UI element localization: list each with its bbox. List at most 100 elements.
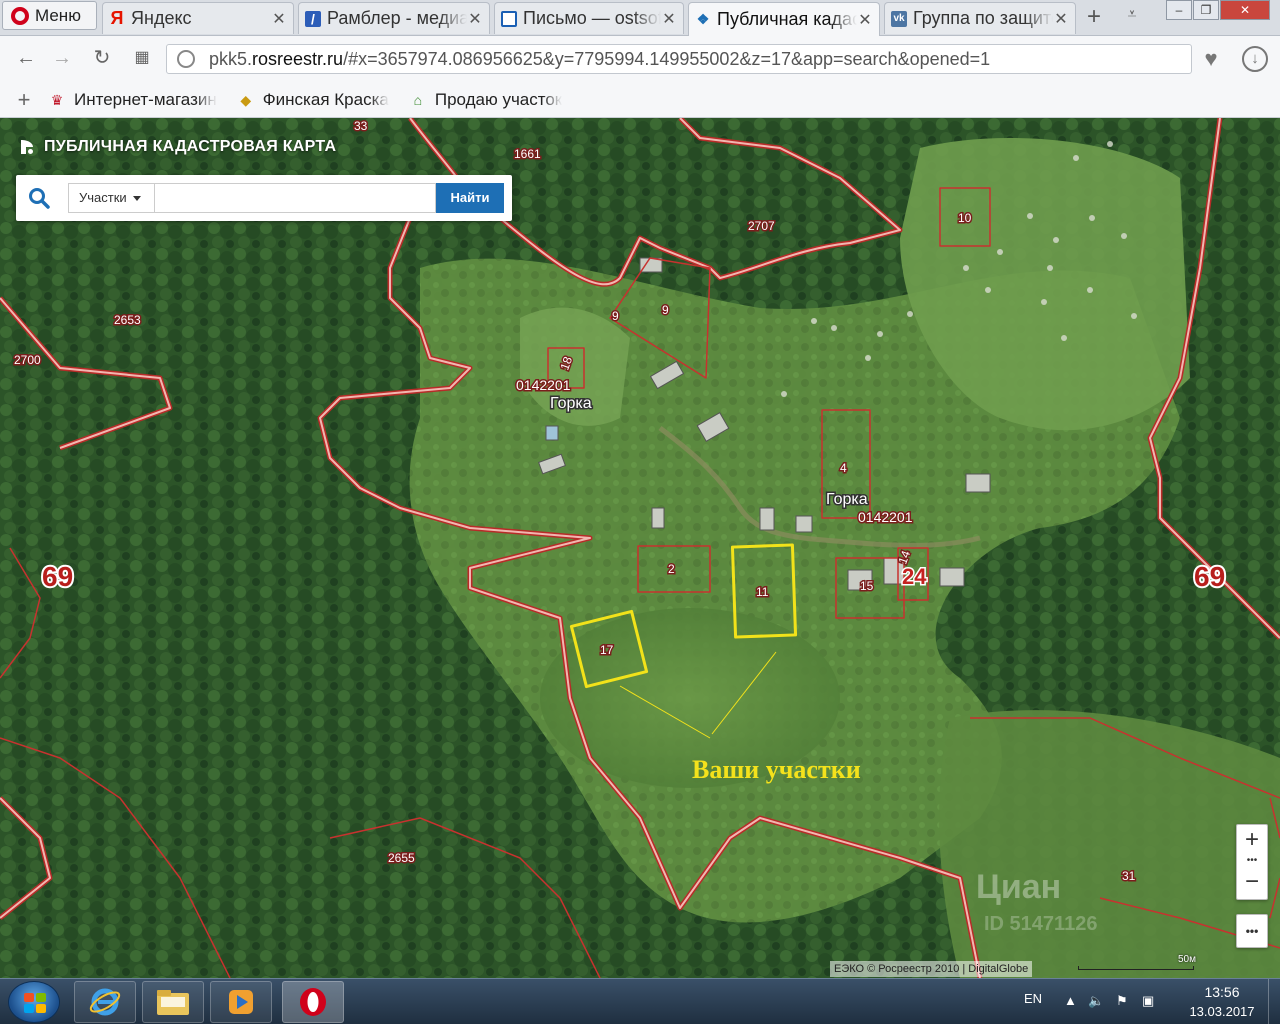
download-icon[interactable]: ↓ [1242, 46, 1268, 72]
show-desktop-button[interactable] [1268, 979, 1280, 1025]
parcel-label: 2700 [14, 353, 41, 367]
network-icon[interactable]: ▣ [1142, 993, 1154, 1009]
parcel-label: 31 [1122, 869, 1136, 883]
forward-arrow-icon[interactable]: → [50, 46, 74, 70]
app-title: ПУБЛИЧНАЯ КАДАСТРОВАЯ КАРТА [18, 138, 336, 156]
satellite-imagery: 33 1661 2707 10 2653 2700 9 9 18 4 2 11 … [0, 118, 1280, 978]
tab-rambler[interactable]: / Рамблер - медиапортал ✕ [298, 2, 490, 34]
url-host: rosreestr.ru [252, 48, 344, 69]
show-hidden-icons-icon[interactable]: ▲ [1064, 993, 1077, 1008]
ie-icon [89, 988, 121, 1016]
find-button[interactable]: Найти [436, 183, 504, 213]
minimize-button[interactable]: ‒ [1166, 0, 1192, 20]
close-icon[interactable]: ✕ [467, 9, 483, 29]
more-tools-control: ••• [1236, 914, 1268, 948]
close-icon[interactable]: ✕ [661, 9, 677, 29]
media-player-app[interactable] [210, 981, 272, 1023]
village-label: Горка [826, 491, 868, 508]
parcel-label: 2655 [388, 851, 415, 865]
dress-icon: ♛ [50, 91, 64, 108]
system-tray: EN ▲ 🔈 ⚑ ▣ 13:56 13.03.2017 [1018, 979, 1280, 1025]
yandex-icon: Я [110, 8, 124, 28]
scale-label: 50м [1178, 954, 1196, 965]
search-panel: Участки Найти [16, 175, 512, 221]
rosreestr-logo-icon [21, 140, 33, 154]
restore-button[interactable]: ❐ [1193, 0, 1219, 20]
opera-icon [300, 988, 326, 1016]
tab-yandex[interactable]: Я Яндекс ✕ [102, 2, 294, 34]
bookmark-land[interactable]: ⌂ Продаю участок [409, 90, 563, 110]
heart-icon[interactable]: ♥ [1198, 46, 1224, 72]
zoom-in-button[interactable]: + [1237, 825, 1267, 857]
close-icon[interactable]: ✕ [1053, 9, 1069, 29]
parcel-label: 33 [354, 119, 368, 133]
clock-date[interactable]: 13.03.2017 [1178, 1004, 1266, 1019]
tab-label: Письмо — ostsoft@mail.ru [523, 8, 661, 28]
search-type-select[interactable]: Участки [68, 183, 154, 213]
close-icon[interactable]: ✕ [857, 10, 873, 30]
chevron-down-icon [132, 196, 141, 202]
watermark-id: ID 51471126 [984, 913, 1097, 935]
opera-app[interactable] [282, 981, 344, 1023]
tab-label: Рамблер - медиапортал [327, 8, 467, 28]
cadastral-map[interactable]: 33 1661 2707 10 2653 2700 9 9 18 4 2 11 … [0, 118, 1280, 978]
map-attribution: ЕЭКО © Росреестр 2010 | DigitalGlobe [830, 961, 1033, 977]
opera-menu-button[interactable]: Меню [2, 1, 97, 30]
media-player-icon [229, 990, 253, 1014]
close-icon[interactable]: ✕ [271, 9, 287, 29]
site-info-icon[interactable] [177, 50, 195, 68]
parcel-label: 11 [756, 585, 769, 599]
start-button[interactable] [8, 981, 60, 1023]
back-arrow-icon[interactable]: ← [14, 46, 38, 70]
tab-menu-icon[interactable]: ⩡ [1120, 6, 1144, 30]
volume-icon[interactable]: 🔈 [1088, 993, 1104, 1009]
mail-icon [501, 10, 517, 27]
search-input[interactable] [154, 183, 436, 213]
rambler-icon: / [305, 10, 321, 27]
windows-logo-icon [24, 993, 46, 1013]
zoom-control: + ••• − [1236, 824, 1268, 900]
parcel-label: 2 [668, 562, 675, 576]
explorer-app[interactable] [142, 981, 204, 1023]
parcel-label: 2653 [114, 313, 141, 327]
reload-icon[interactable]: ↻ [90, 46, 114, 70]
tab-cadastral-map[interactable]: ❖ Публичная кадастровая карта ✕ [688, 2, 880, 36]
parcel-label: 2707 [748, 219, 775, 233]
url-prefix: pkk5. [209, 48, 253, 69]
search-icon [29, 188, 50, 209]
menu-label: Меню [35, 5, 81, 25]
annotation-your-parcels: Ваши участки [692, 755, 861, 784]
village-label: Горка [550, 395, 592, 412]
action-center-flag-icon[interactable]: ⚑ [1116, 993, 1128, 1009]
clock-time[interactable]: 13:56 [1184, 984, 1260, 1000]
tab-vk-group[interactable]: vk Группа по защите ✕ [884, 2, 1076, 34]
bookmarks-bar: + ♛ Интернет-магазин ◆ Финская Краска ⌂ … [0, 82, 1280, 118]
paint-icon: ◆ [240, 91, 252, 108]
bookmark-shop[interactable]: ♛ Интернет-магазин [48, 90, 217, 110]
app-title-text: ПУБЛИЧНАЯ КАДАСТРОВАЯ КАРТА [44, 138, 337, 155]
new-tab-button[interactable]: + [1082, 4, 1106, 30]
close-window-button[interactable]: ✕ [1220, 0, 1270, 20]
tab-label: Группа по защите [913, 8, 1053, 28]
vk-icon: vk [891, 10, 907, 27]
navigation-bar: ← → ↻ ▦ pkk5. rosreestr.ru/#x=3657974.086… [0, 36, 1280, 82]
tab-mail[interactable]: Письмо — ostsoft@mail.ru ✕ [494, 2, 684, 34]
bookmark-paint[interactable]: ◆ Финская Краска [237, 90, 388, 110]
parcel-label: 4 [840, 461, 847, 475]
tab-bar: Меню Я Яндекс ✕ / Рамблер - медиапортал … [0, 0, 1280, 36]
scale-line [1078, 966, 1194, 970]
parcel-label: 17 [600, 643, 614, 657]
cadastral-quarter-label: 69 [1194, 561, 1225, 592]
parcel-label: 10 [958, 211, 972, 225]
add-bookmark-icon[interactable]: + [0, 87, 48, 113]
zoom-out-button[interactable]: − [1237, 867, 1267, 899]
cadastral-quarter-label: 69 [42, 561, 73, 592]
speed-dial-grid-icon[interactable]: ▦ [130, 46, 154, 70]
address-bar[interactable]: pkk5. rosreestr.ru/#x=3657974.086956625&y… [166, 44, 1192, 74]
ie-app[interactable] [74, 981, 136, 1023]
windows-taskbar: EN ▲ 🔈 ⚑ ▣ 13:56 13.03.2017 [0, 978, 1280, 1025]
more-tools-button[interactable]: ••• [1237, 915, 1267, 947]
url-path: /#x=3657974.086956625&y=7795994.14995500… [343, 48, 991, 69]
bookmark-label: Интернет-магазин [74, 89, 217, 109]
language-indicator[interactable]: EN [1024, 991, 1042, 1006]
